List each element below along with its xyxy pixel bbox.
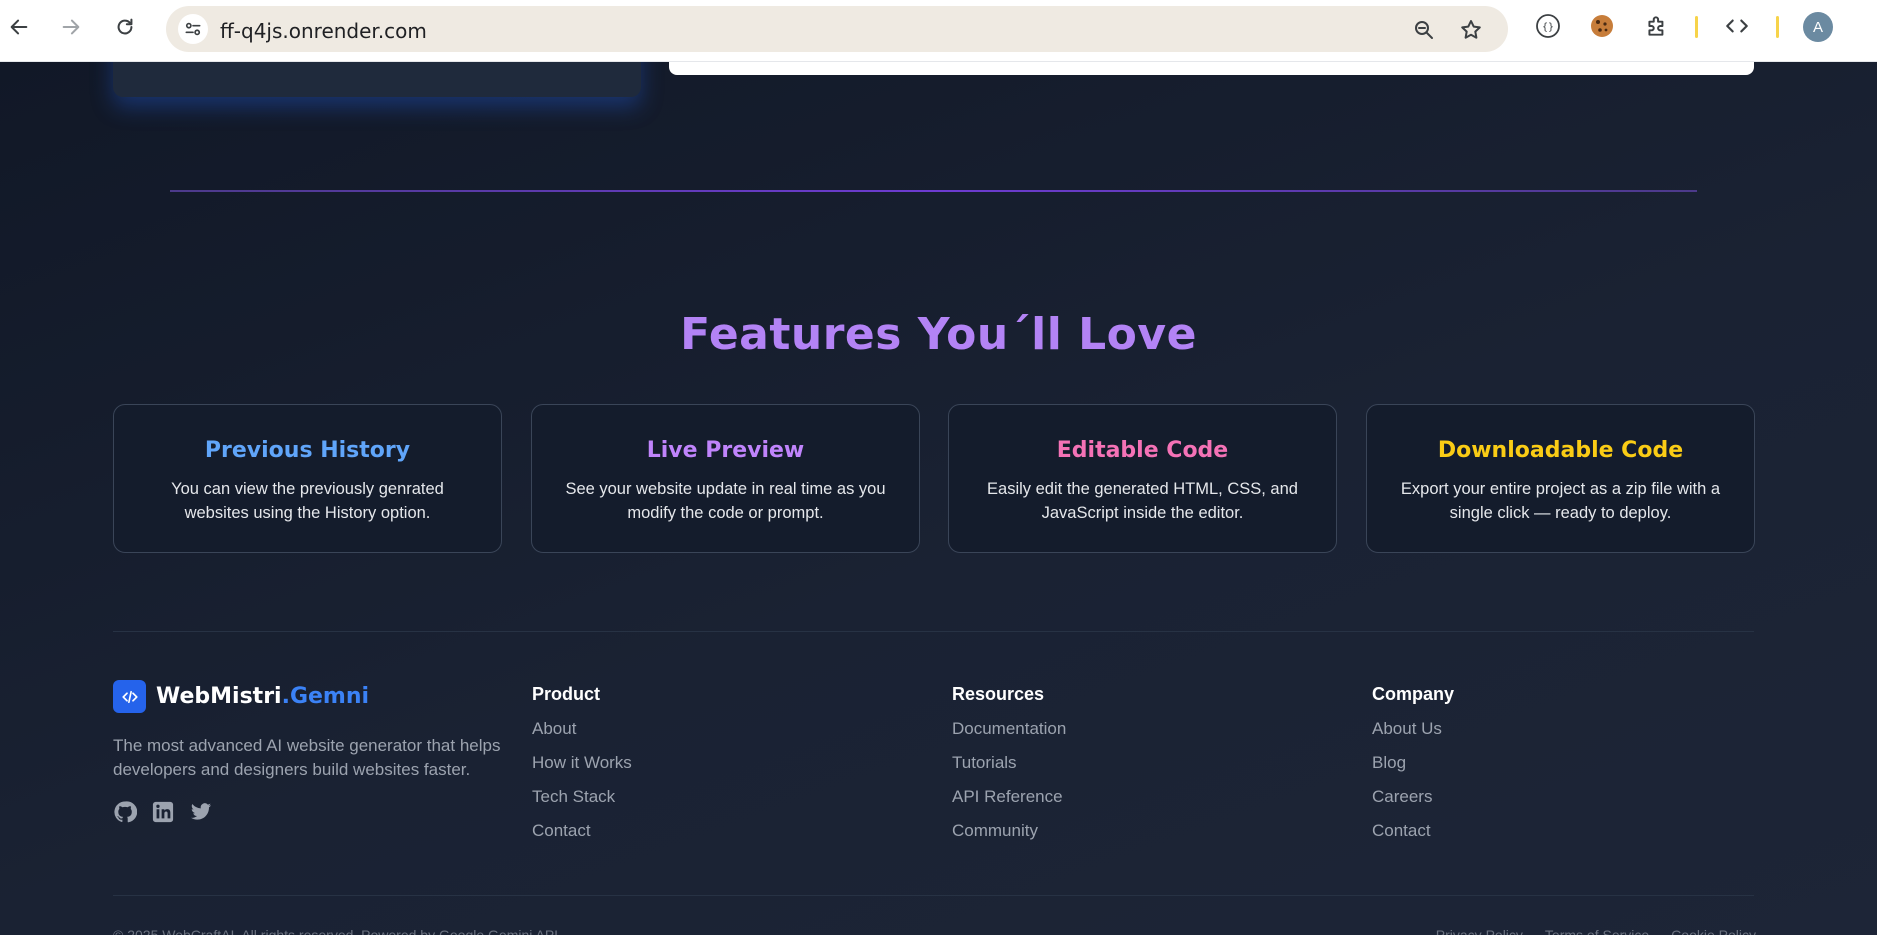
zoom-icon — [1415, 21, 1433, 39]
social-links — [113, 800, 213, 824]
extensions-puzzle-icon — [1648, 16, 1664, 36]
footer-column-heading: Company — [1372, 684, 1455, 704]
feature-card-editable: Editable Code Easily edit the generated … — [948, 404, 1337, 553]
feature-description: Easily edit the generated HTML, CSS, and… — [987, 480, 1298, 522]
terms-of-service-link[interactable]: Terms of Service — [1545, 927, 1649, 935]
section-divider — [170, 190, 1697, 192]
toolbar-separator — [1695, 16, 1698, 38]
features-heading: Features You´ll Love — [680, 309, 1197, 360]
footer-description: The most advanced AI website generator t… — [113, 736, 501, 779]
footer-link-about-us[interactable]: About Us — [1372, 719, 1454, 753]
browser-toolbar: ff-q4js.onrender.com {} A — [0, 0, 1877, 62]
profile-avatar[interactable]: A — [1803, 12, 1833, 42]
twitter-icon[interactable] — [189, 800, 213, 824]
footer-link-api-reference[interactable]: API Reference — [952, 787, 1066, 821]
feature-card-preview: Live Preview See your website update in … — [531, 404, 920, 553]
history-panel-bottom — [113, 62, 641, 97]
reload-button[interactable] — [108, 10, 142, 44]
copyright-text: © 2025 WebCraftAI. All rights reserved. … — [113, 927, 559, 935]
footer-link-contact[interactable]: Contact — [1372, 821, 1454, 855]
site-settings-icon[interactable] — [178, 14, 208, 44]
footer-divider — [113, 631, 1754, 632]
toolbar-separator — [1776, 16, 1779, 38]
footer-link-tech-stack[interactable]: Tech Stack — [532, 787, 632, 821]
feature-title: Previous History — [204, 438, 411, 463]
footer-link-how-it-works[interactable]: How it Works — [532, 753, 632, 787]
footer-link-blog[interactable]: Blog — [1372, 753, 1454, 787]
brand-name: WebMistri.Gemni — [156, 684, 369, 709]
bookmark-star-icon — [1461, 20, 1481, 39]
bookmark-button[interactable] — [1458, 17, 1484, 43]
feature-description: See your website update in real time as … — [565, 480, 886, 522]
devtools-code-icon — [1726, 19, 1748, 33]
linkedin-icon[interactable] — [151, 800, 175, 824]
legal-links: Privacy Policy Terms of Service Cookie P… — [1436, 927, 1756, 935]
svg-text:{}: {} — [1542, 22, 1554, 33]
url-text[interactable]: ff-q4js.onrender.com — [220, 19, 427, 43]
zoom-button[interactable] — [1411, 17, 1437, 43]
feature-title: Downloadable Code — [1437, 438, 1684, 463]
feature-card-download: Downloadable Code Export your entire pro… — [1366, 404, 1755, 553]
forward-arrow-icon — [62, 19, 80, 35]
privacy-policy-link[interactable]: Privacy Policy — [1436, 927, 1523, 935]
back-arrow-icon — [10, 19, 28, 35]
code-logo-icon — [113, 680, 146, 713]
footer-column-product: Product About How it Works Tech Stack Co… — [532, 684, 632, 855]
footer-link-community[interactable]: Community — [952, 821, 1066, 855]
footer-link-about[interactable]: About — [532, 719, 632, 753]
cookie-policy-link[interactable]: Cookie Policy — [1671, 927, 1756, 935]
feature-title: Live Preview — [646, 438, 805, 463]
reload-icon — [117, 18, 133, 35]
feature-description: Export your entire project as a zip file… — [1400, 480, 1721, 522]
footer-link-contact[interactable]: Contact — [532, 821, 632, 855]
feature-description: You can view the previously genrated web… — [171, 480, 444, 522]
footer-column-heading: Product — [532, 684, 601, 704]
extension-cookie-icon — [1591, 15, 1613, 37]
devtools-button[interactable] — [1723, 12, 1751, 40]
footer-column-heading: Resources — [952, 684, 1045, 704]
footer-column-resources: Resources Documentation Tutorials API Re… — [952, 684, 1066, 855]
preview-panel-bottom — [669, 62, 1754, 75]
footer-bottom-divider — [113, 895, 1754, 896]
json-extension-button[interactable]: {} — [1534, 12, 1562, 40]
feature-card-history: Previous History You can view the previo… — [113, 404, 502, 553]
footer-link-careers[interactable]: Careers — [1372, 787, 1454, 821]
back-button[interactable] — [2, 10, 36, 44]
cookie-extension-button[interactable] — [1588, 12, 1616, 40]
footer-link-tutorials[interactable]: Tutorials — [952, 753, 1066, 787]
feature-title: Editable Code — [1056, 438, 1229, 463]
extension-json-icon: {} — [1536, 14, 1560, 38]
brand-name-main: WebMistri — [156, 684, 282, 709]
forward-button[interactable] — [54, 10, 88, 44]
extensions-button[interactable] — [1643, 12, 1671, 40]
address-bar[interactable]: ff-q4js.onrender.com — [166, 6, 1508, 52]
github-icon[interactable] — [113, 800, 137, 824]
footer-link-documentation[interactable]: Documentation — [952, 719, 1066, 753]
brand-name-accent: .Gemni — [281, 684, 370, 709]
footer-column-company: Company About Us Blog Careers Contact — [1372, 684, 1454, 855]
footer-brand[interactable]: WebMistri.Gemni — [113, 680, 369, 713]
page-content: Features You´ll Love Previous History Yo… — [0, 62, 1877, 935]
